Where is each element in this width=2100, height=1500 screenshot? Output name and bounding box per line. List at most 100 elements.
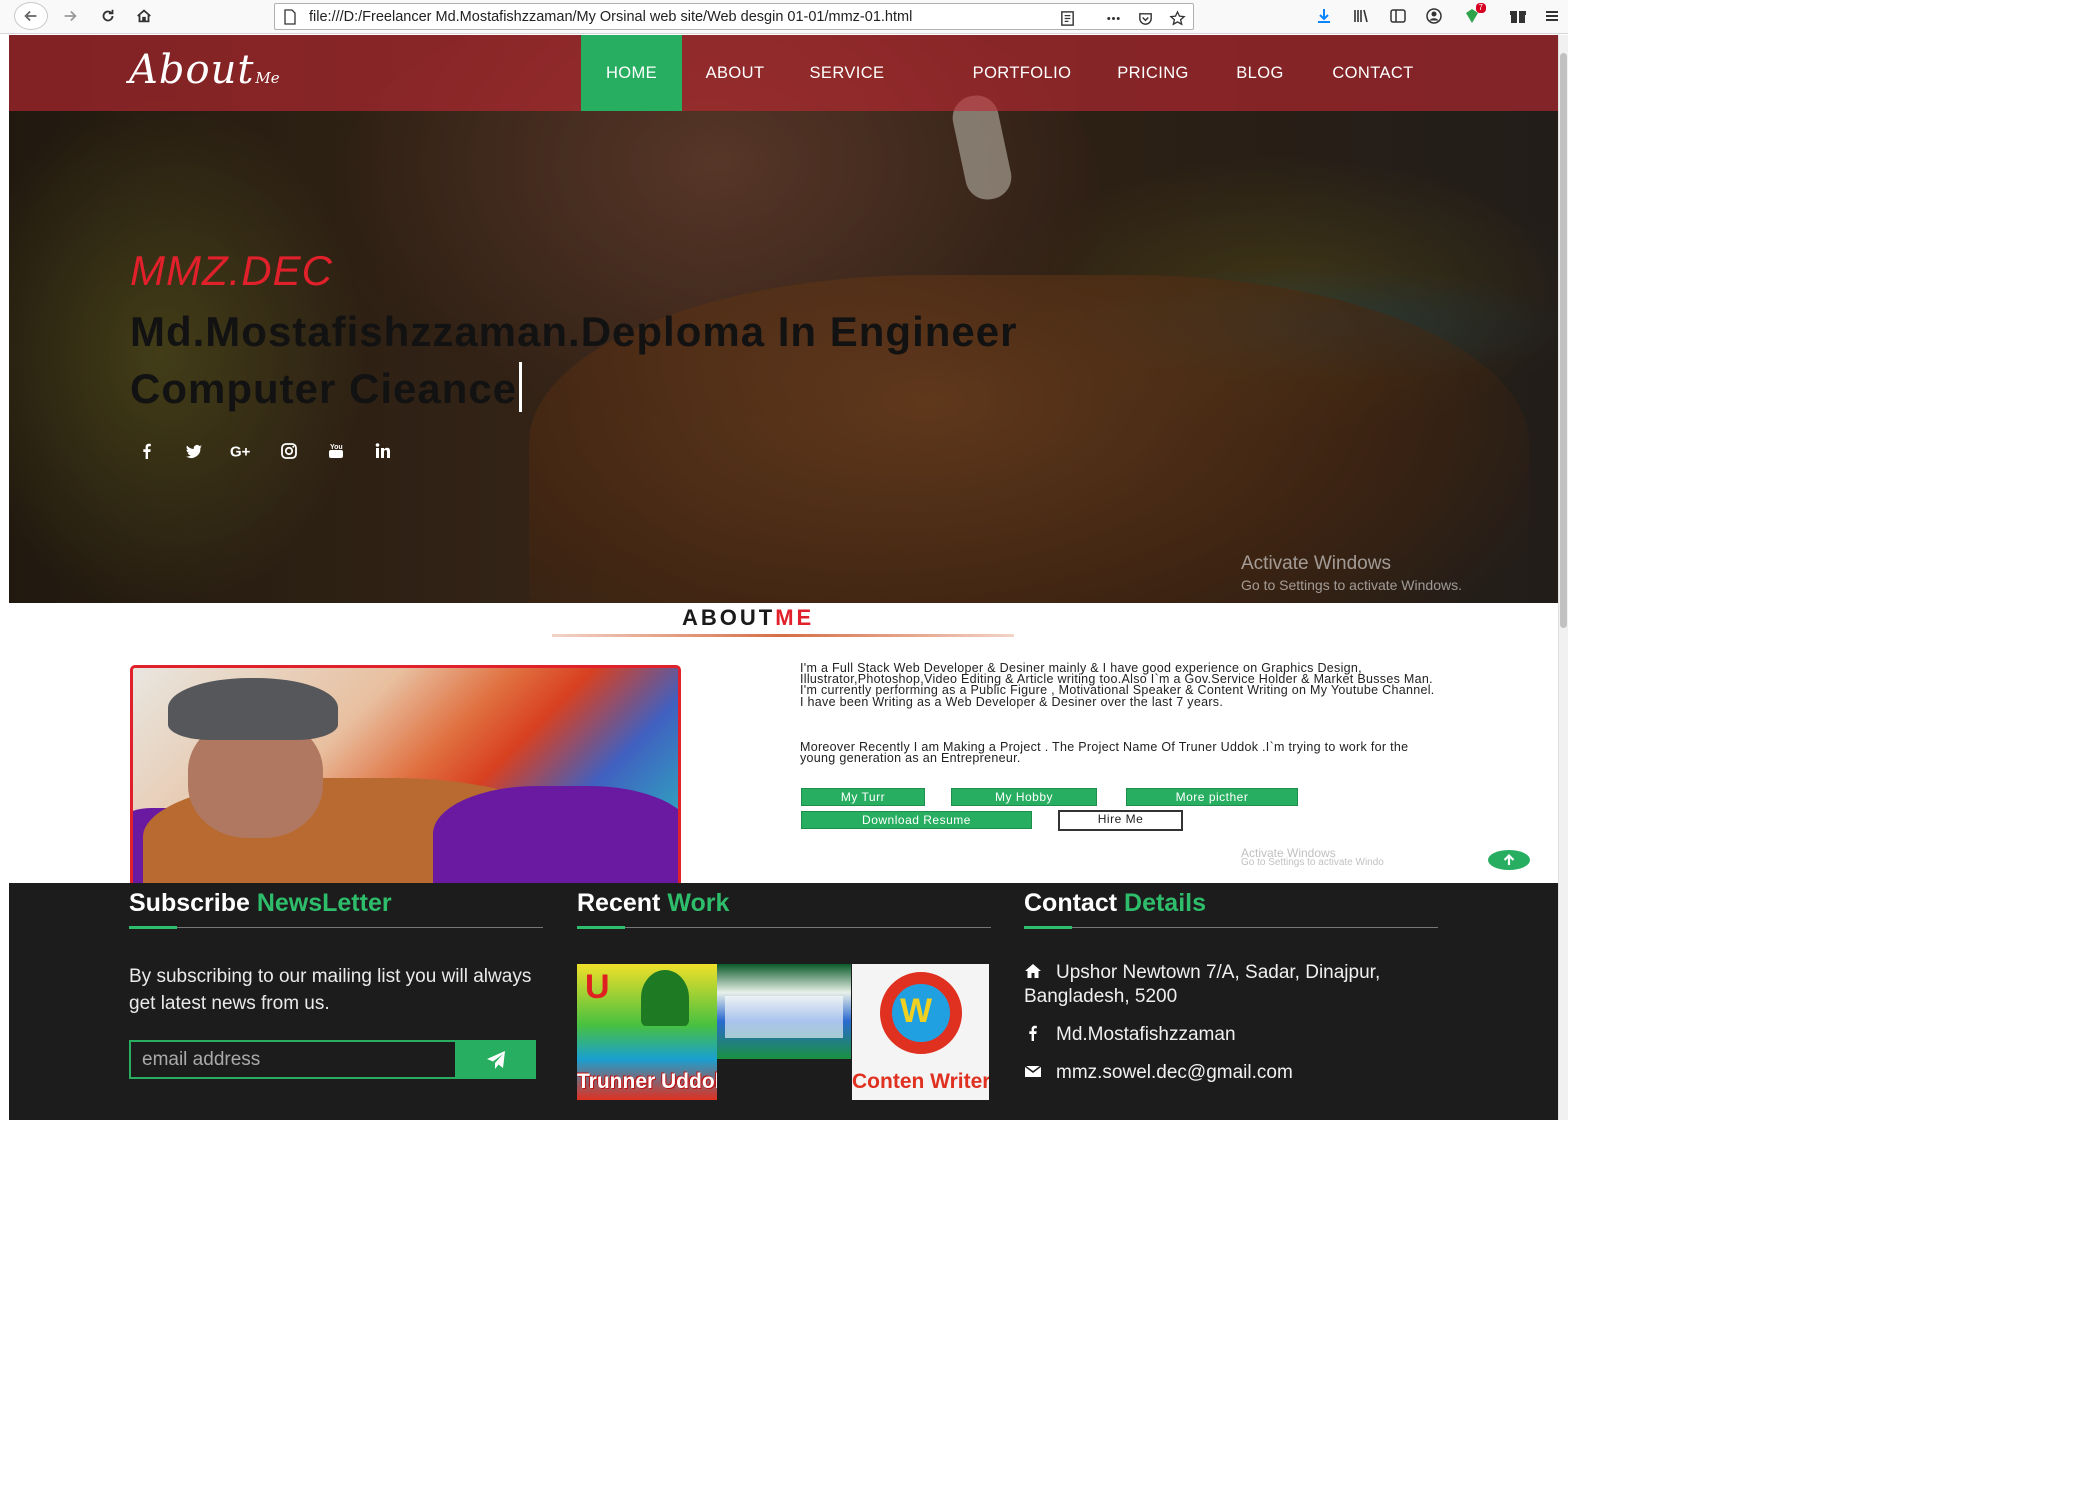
library-button[interactable] [1349,5,1373,27]
nav-item-home[interactable]: HOME [581,35,682,111]
contact-divider [1024,926,1438,929]
twitter-icon [186,444,202,459]
library-icon [1354,9,1368,23]
hero-tagline: MMZ.DEC [130,247,333,294]
reload-icon [102,9,114,22]
bookmark-star-button[interactable] [1165,8,1189,28]
contact-facebook[interactable]: Md.Mostafishzzaman [1024,1023,1454,1047]
arrow-up-icon [1503,853,1515,865]
facebook-icon [1024,1024,1048,1042]
footer: Subscribe NewsLetter By subscribing to o… [9,883,1558,1120]
my-hobby-button[interactable]: My Hobby [951,788,1097,806]
scrollbar-thumb[interactable] [1560,53,1567,628]
svg-text:You: You [330,444,343,451]
pocket-icon [1138,12,1152,25]
downloads-button[interactable] [1312,5,1336,27]
envelope-icon [1024,1062,1048,1080]
email-input[interactable]: email address [129,1040,455,1079]
hero-title: Md.Mostafishzzaman.Deploma In Engineer C… [130,308,1018,412]
activate-windows-title: Activate Windows [1241,553,1391,574]
subscribe-description: By subscribing to our mailing list you w… [129,966,532,1014]
twitter-link[interactable] [183,440,205,462]
back-button[interactable] [14,2,48,30]
sidebar-button[interactable] [1386,5,1410,27]
linkedin-link[interactable] [372,440,394,462]
reader-view-icon [1060,10,1074,26]
facebook-link[interactable] [136,440,158,462]
top-navigation: AboutMe HOME ABOUT SERVICE PORTFOLIO PRI… [9,35,1558,111]
linkedin-icon [375,443,390,458]
about-heading: ABOUTME [682,605,815,630]
nav-item-blog[interactable]: BLOG [1229,35,1291,111]
about-heading-underline [552,634,1014,637]
extension-badge: 7 [1475,3,1486,13]
page-scrollbar[interactable] [1558,35,1568,1120]
home-icon [1024,962,1048,980]
download-resume-button[interactable]: Download Resume [801,811,1032,829]
site-logo[interactable]: AboutMe [129,47,280,93]
about-paragraph-2: Moreover Recently I am Making a Project … [800,740,1409,766]
account-button[interactable] [1422,5,1446,27]
nav-item-contact[interactable]: CONTACT [1325,35,1421,111]
google-plus-link[interactable]: G+ [229,440,259,462]
forward-arrow-icon [64,10,77,22]
download-icon [1318,9,1330,23]
reader-view-button[interactable] [1055,8,1079,28]
gift-button[interactable] [1506,5,1530,27]
recent-work-banner[interactable] [717,964,851,1059]
activate-windows-subtitle: Go to Settings to activate Windows. [1241,577,1462,593]
star-icon [1168,9,1186,26]
recent-work-divider [577,926,991,929]
hamburger-icon [1546,11,1558,21]
browser-toolbar: file:///D:/Freelancer Md.Mostafishzzaman… [0,0,1568,34]
url-text: file:///D:/Freelancer Md.Mostafishzzaman… [309,9,913,25]
page-actions-button[interactable] [1101,8,1125,28]
address-bar[interactable]: file:///D:/Freelancer Md.Mostafishzzaman… [274,3,1194,30]
palm-tree-graphic [641,970,689,1026]
instagram-link[interactable] [278,440,300,462]
paper-plane-icon [486,1050,505,1069]
back-arrow-icon [24,10,37,22]
subscribe-submit-button[interactable] [455,1040,536,1079]
contact-address: Upshor Newtown 7/A, Sadar, Dinajpur, Ban… [1024,962,1381,1007]
scroll-to-top-button[interactable] [1488,850,1530,870]
more-dots-icon [1106,16,1120,20]
hero-section: AboutMe HOME ABOUT SERVICE PORTFOLIO PRI… [9,35,1558,603]
pocket-button[interactable] [1133,8,1157,28]
typing-caret [519,362,523,412]
sidebar-icon [1390,9,1406,23]
activate-windows-watermark-sub: Go to Settings to activate Windo [1241,857,1384,868]
nav-item-pricing[interactable]: PRICING [1111,35,1195,111]
subscribe-divider [129,926,543,929]
contact-heading: Contact Details [1024,889,1206,917]
forward-button[interactable] [56,3,84,29]
recent-work-heading: Recent Work [577,889,730,917]
gift-icon [1510,11,1526,23]
nav-item-about[interactable]: ABOUT [695,35,775,111]
svg-text:G+: G+ [230,444,251,460]
nav-item-service[interactable]: SERVICE [805,35,889,111]
more-picther-button[interactable]: More picther [1126,788,1298,806]
extension-button[interactable]: 7 [1460,3,1486,27]
account-icon [1426,8,1442,24]
page-viewport: AboutMe HOME ABOUT SERVICE PORTFOLIO PRI… [9,35,1558,1120]
nav-item-portfolio[interactable]: PORTFOLIO [967,35,1077,111]
page-icon [284,9,296,25]
facebook-icon [143,443,151,459]
my-turr-button[interactable]: My Turr [801,788,925,806]
reload-button[interactable] [94,3,122,29]
contact-email[interactable]: mmz.sowel.dec@gmail.com [1024,1061,1454,1085]
recent-work-content-writer[interactable]: W Conten Writer [852,964,989,1100]
home-icon [137,9,151,23]
subscribe-heading: Subscribe NewsLetter [129,889,392,917]
home-button[interactable] [130,3,158,29]
recent-work-trunner-uddok[interactable]: U Trunner Uddok [577,964,717,1100]
youtube-link[interactable]: You [325,440,347,462]
youtube-icon: You [329,444,343,458]
instagram-icon [281,443,297,459]
menu-button[interactable] [1540,5,1564,27]
about-paragraph-1: I'm a Full Stack Web Developer & Desiner… [800,661,1435,709]
hire-me-button[interactable]: Hire Me [1058,810,1183,831]
google-plus-icon: G+ [230,444,251,460]
about-portrait-photo [130,665,681,895]
